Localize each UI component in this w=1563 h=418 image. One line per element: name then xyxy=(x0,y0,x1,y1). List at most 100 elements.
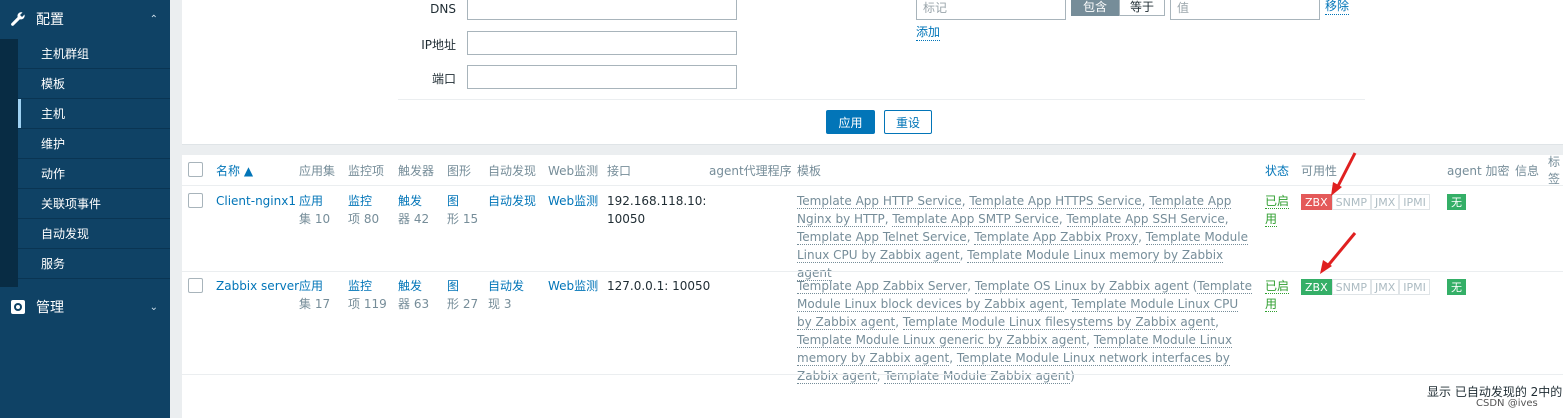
column-header-discovery: 自动发现 xyxy=(488,163,537,178)
tag-operator-equals[interactable]: 等于 xyxy=(1119,0,1165,16)
sidebar-item-hosts[interactable]: 主机 xyxy=(18,99,170,129)
column-header-tags: 标签 xyxy=(1548,155,1561,185)
template-link[interactable]: Template Module Linux filesystems by Zab… xyxy=(902,315,1216,330)
port-input[interactable] xyxy=(467,65,737,89)
graphs-link[interactable]: 图形 15 xyxy=(447,192,478,228)
template-separator: , xyxy=(1058,212,1067,226)
web-link[interactable]: Web监测 xyxy=(548,192,598,210)
triggers-link-line1: 触发 xyxy=(398,279,423,293)
graphs-link-line1: 图 xyxy=(447,194,460,208)
sidebar-item-templates[interactable]: 模板 xyxy=(18,69,170,99)
template-link[interactable]: Template App Telnet Service xyxy=(797,230,967,245)
sidebar-item-label: 维护 xyxy=(41,137,66,151)
sidebar-item-maintenance[interactable]: 维护 xyxy=(18,129,170,159)
triggers-link[interactable]: 触发器 63 xyxy=(398,277,429,313)
sidebar-item-hostgroups[interactable]: 主机群组 xyxy=(18,39,170,69)
template-link[interactable]: Template App HTTPS Service xyxy=(969,194,1142,209)
zbx-badge: ZBX xyxy=(1301,279,1332,295)
host-name-link[interactable]: Zabbix server xyxy=(216,277,299,295)
submenu-indent xyxy=(0,39,18,287)
apps-count: 集 17 xyxy=(299,297,331,311)
sidebar-item-actions[interactable]: 动作 xyxy=(18,159,170,189)
apply-button[interactable]: 应用 xyxy=(826,110,875,134)
sidebar-item-services[interactable]: 服务 xyxy=(18,249,170,279)
reset-button[interactable]: 重设 xyxy=(884,110,932,134)
triggers-link-line1: 触发 xyxy=(398,194,423,208)
tag-value-input[interactable] xyxy=(1170,0,1320,20)
sidebar-item-correlation[interactable]: 关联项事件 xyxy=(18,189,170,219)
column-header-name[interactable]: 名称 ▲ xyxy=(216,162,253,179)
sidebar-item-label: 动作 xyxy=(41,167,66,181)
jmx-badge: JMX xyxy=(1370,194,1400,210)
menu-section-admin[interactable]: 管理 ⌄ xyxy=(0,288,170,326)
add-tag-link[interactable]: 添加 xyxy=(916,23,941,41)
ip-input[interactable] xyxy=(467,31,737,55)
row-checkbox[interactable] xyxy=(188,193,203,208)
sidebar-item-label: 服务 xyxy=(41,257,66,271)
template-link[interactable]: Template Module Zabbix agent xyxy=(884,369,1071,384)
tag-operator-contains[interactable]: 包含 xyxy=(1071,0,1119,16)
templates-cell: Template App Zabbix Server, Template OS … xyxy=(797,277,1253,385)
template-link[interactable]: Template Module Linux generic by Zabbix … xyxy=(797,333,1087,348)
interface-line2: 10050 xyxy=(607,212,646,226)
sidebar-item-discovery[interactable]: 自动发现 xyxy=(18,219,170,249)
column-header-templates: 模板 xyxy=(797,163,822,178)
graphs-count: 形 27 xyxy=(447,297,479,311)
column-header-items: 监控项 xyxy=(348,163,385,178)
triggers-link[interactable]: 触发器 42 xyxy=(398,192,429,228)
apps-link[interactable]: 应用集 17 xyxy=(299,277,330,313)
dns-input[interactable] xyxy=(467,0,737,20)
row-divider xyxy=(182,374,1563,375)
template-separator: , xyxy=(1138,230,1146,244)
graphs-link[interactable]: 图形 27 xyxy=(447,277,478,313)
template-separator: , xyxy=(967,279,975,293)
row-checkbox[interactable] xyxy=(188,278,203,293)
template-link[interactable]: Template App SMTP Service xyxy=(892,212,1059,227)
template-separator: , xyxy=(1224,212,1229,226)
sidebar-item-label: 模板 xyxy=(41,77,66,91)
template-link[interactable]: Template App HTTP Service xyxy=(797,194,962,209)
gear-icon xyxy=(0,299,36,315)
web-link[interactable]: Web监测 xyxy=(548,277,598,295)
status-toggle[interactable]: 已启用 xyxy=(1265,192,1291,228)
sidebar: 配置 ⌃ 主机群组 模板 主机 维护 动作 关联项事件 自动发现 服务 管理 ⌄ xyxy=(0,0,170,418)
status-toggle[interactable]: 已启用 xyxy=(1265,277,1291,313)
column-header-info: 信息 xyxy=(1515,163,1540,178)
template-separator: ) xyxy=(1070,369,1075,383)
remove-tag-link[interactable]: 移除 xyxy=(1325,0,1350,15)
graphs-count: 形 15 xyxy=(447,212,479,226)
menu-section-config[interactable]: 配置 ⌃ xyxy=(0,0,170,38)
dns-label: DNS xyxy=(430,2,456,16)
apps-link-line1: 应用 xyxy=(299,279,324,293)
host-name-link[interactable]: Client-nginx1 xyxy=(216,192,296,210)
discovery-link[interactable]: 自动发现 xyxy=(488,192,536,210)
availability-badges: ZBX SNMP JMX IPMI xyxy=(1301,279,1430,295)
sidebar-item-label: 主机 xyxy=(41,107,66,121)
select-all-checkbox[interactable] xyxy=(188,162,203,177)
column-header-status[interactable]: 状态 xyxy=(1265,162,1289,179)
apps-link[interactable]: 应用集 10 xyxy=(299,192,330,228)
discovery-link[interactable]: 自动发现 3 xyxy=(488,277,524,313)
annotation-arrow-icon xyxy=(1331,152,1357,196)
template-separator: , xyxy=(1064,297,1072,311)
template-link[interactable]: Template App Zabbix Server xyxy=(797,279,968,294)
sidebar-item-label: 自动发现 xyxy=(41,227,90,241)
tag-input[interactable] xyxy=(916,0,1066,20)
template-link[interactable]: Template OS Linux by Zabbix agent xyxy=(974,279,1189,294)
column-header-triggers: 触发器 xyxy=(398,163,435,178)
templates-cell: Template App HTTP Service, Template App … xyxy=(797,192,1253,282)
graphs-link-line1: 图 xyxy=(447,279,460,293)
snmp-badge: SNMP xyxy=(1331,279,1371,295)
template-link[interactable]: Template App SSH Service xyxy=(1066,212,1225,227)
template-link[interactable]: Template App Zabbix Proxy xyxy=(974,230,1139,245)
items-link[interactable]: 监控项 119 xyxy=(348,277,387,313)
items-count: 项 80 xyxy=(348,212,380,226)
column-header-apps: 应用集 xyxy=(299,163,336,178)
watermark: CSDN @ives xyxy=(1476,398,1538,409)
status-text: 已启用 xyxy=(1265,194,1290,227)
items-link-line1: 监控 xyxy=(348,194,373,208)
items-link[interactable]: 监控项 80 xyxy=(348,192,379,228)
sidebar-item-label: 关联项事件 xyxy=(41,197,102,211)
column-header-interface: 接口 xyxy=(607,163,632,178)
template-separator: , xyxy=(1215,315,1219,329)
